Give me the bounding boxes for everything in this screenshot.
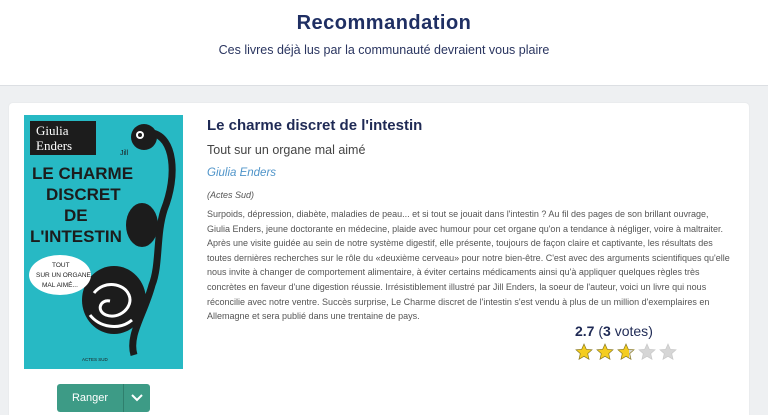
rating-votes-count: 3 bbox=[603, 323, 611, 339]
cover-tag-line2: SUR UN ORGANE bbox=[36, 272, 92, 279]
ranger-split-button: Ranger bbox=[57, 384, 150, 412]
book-author-link[interactable]: Giulia Enders bbox=[207, 167, 732, 179]
star-icon[interactable] bbox=[638, 343, 656, 361]
rating-summary: 2.7 (3 votes) bbox=[575, 323, 653, 339]
book-title[interactable]: Le charme discret de l'intestin bbox=[207, 117, 732, 134]
cover-illustration: Giulia Enders Jill LE CHARME DISCRET DE … bbox=[29, 121, 176, 362]
rating-score: 2.7 bbox=[575, 323, 595, 339]
rating-votes-label: votes bbox=[614, 323, 649, 339]
ranger-button[interactable]: Ranger bbox=[57, 384, 124, 412]
page-header: Recommandation Ces livres déjà lus par l… bbox=[0, 0, 768, 86]
book-description: Surpoids, dépression, diabète, maladies … bbox=[207, 209, 730, 322]
cover-title-line3: DE bbox=[64, 206, 88, 225]
cover-title-line4: L'INTESTIN bbox=[30, 227, 122, 246]
book-card: Giulia Enders Jill LE CHARME DISCRET DE … bbox=[9, 103, 749, 415]
rating-stars[interactable] bbox=[575, 343, 685, 361]
page-subtitle: Ces livres déjà lus par la communauté de… bbox=[218, 43, 550, 57]
cover-author-last: Enders bbox=[36, 138, 72, 153]
cover-tag-line3: MAL AIMÉ... bbox=[42, 280, 78, 289]
chevron-down-icon bbox=[131, 394, 143, 402]
cover-creature-torso bbox=[126, 203, 158, 247]
cover-author-first: Giulia bbox=[36, 123, 69, 138]
cover-title-line2: DISCRET bbox=[46, 185, 121, 204]
cover-creature-belly bbox=[82, 266, 146, 334]
star-icon[interactable] bbox=[575, 343, 593, 361]
cover-illustrator: Jill bbox=[120, 150, 129, 157]
cover-tag-line1: TOUT bbox=[52, 262, 70, 269]
star-icon[interactable] bbox=[596, 343, 614, 361]
cover-creature-head bbox=[131, 124, 157, 150]
book-subtitle: Tout sur un organe mal aimé bbox=[207, 143, 366, 157]
book-publisher: (Actes Sud) bbox=[207, 190, 255, 200]
book-details: Le charme discret de l'intestin Tout sur… bbox=[207, 117, 732, 324]
cover-publisher-mark: ACTES SUD bbox=[82, 357, 109, 362]
ranger-dropdown-toggle[interactable] bbox=[124, 384, 150, 412]
page-title: Recommandation bbox=[296, 12, 472, 34]
star-icon[interactable] bbox=[617, 343, 635, 361]
cover-title-line1: LE CHARME bbox=[32, 164, 133, 183]
star-icon[interactable] bbox=[659, 343, 677, 361]
book-cover[interactable]: Giulia Enders Jill LE CHARME DISCRET DE … bbox=[24, 115, 183, 369]
